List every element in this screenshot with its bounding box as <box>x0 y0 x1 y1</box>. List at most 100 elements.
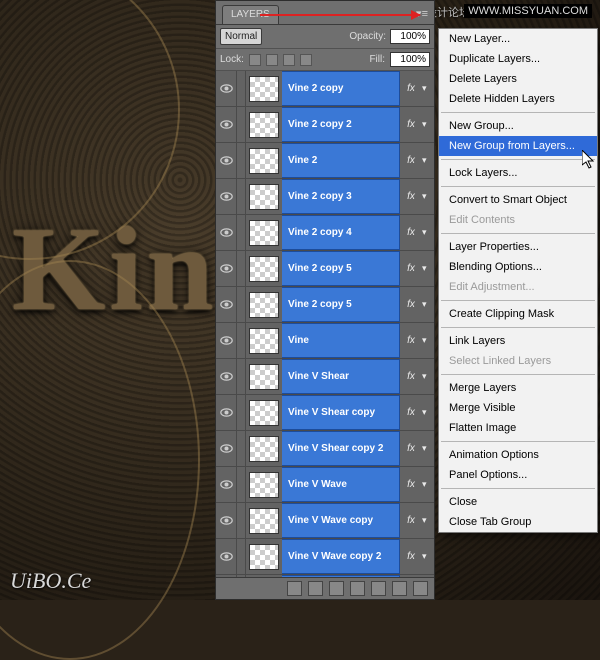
layer-name[interactable]: Vine <box>282 323 400 358</box>
menu-item[interactable]: Layer Properties... <box>439 237 597 257</box>
chevron-down-icon[interactable]: ▾ <box>422 551 434 562</box>
lock-pos-icon[interactable] <box>283 54 295 66</box>
fx-icon[interactable] <box>308 581 323 596</box>
layer-name[interactable]: Vine V Wave <box>282 467 400 502</box>
fx-indicator[interactable]: fx <box>400 335 422 346</box>
menu-item[interactable]: New Layer... <box>439 29 597 49</box>
layer-thumbnail[interactable] <box>249 76 279 102</box>
layer-name[interactable]: Vine 2 copy 2 <box>282 107 400 142</box>
layer-row[interactable]: Vine V Shear copyfx▾ <box>216 395 434 431</box>
menu-item[interactable]: Animation Options <box>439 445 597 465</box>
menu-item[interactable]: New Group... <box>439 116 597 136</box>
visibility-eye-icon[interactable] <box>216 190 236 203</box>
layer-name[interactable]: Vine V Shear copy <box>282 395 400 430</box>
layer-name[interactable]: Vine 2 copy 5 <box>282 287 400 322</box>
layer-thumbnail[interactable] <box>249 148 279 174</box>
menu-item[interactable]: Blending Options... <box>439 257 597 277</box>
layer-thumbnail[interactable] <box>249 472 279 498</box>
chevron-down-icon[interactable]: ▾ <box>422 443 434 454</box>
layer-thumbnail[interactable] <box>249 508 279 534</box>
layer-row[interactable]: Vine V Shearfx▾ <box>216 359 434 395</box>
new-layer-icon[interactable] <box>392 581 407 596</box>
lock-all-icon[interactable] <box>300 54 312 66</box>
visibility-eye-icon[interactable] <box>216 406 236 419</box>
menu-item[interactable]: Panel Options... <box>439 465 597 485</box>
group-icon[interactable] <box>371 581 386 596</box>
layer-thumbnail[interactable] <box>249 364 279 390</box>
menu-item[interactable]: Link Layers <box>439 331 597 351</box>
visibility-eye-icon[interactable] <box>216 262 236 275</box>
chevron-down-icon[interactable]: ▾ <box>422 515 434 526</box>
layer-list[interactable]: Vine 2 copyfx▾Vine 2 copy 2fx▾Vine 2fx▾V… <box>216 71 434 577</box>
visibility-eye-icon[interactable] <box>216 154 236 167</box>
chevron-down-icon[interactable]: ▾ <box>422 335 434 346</box>
layer-row[interactable]: Vine 2 copy 4fx▾ <box>216 215 434 251</box>
visibility-eye-icon[interactable] <box>216 370 236 383</box>
fx-indicator[interactable]: fx <box>400 515 422 526</box>
visibility-eye-icon[interactable] <box>216 226 236 239</box>
layer-thumbnail[interactable] <box>249 220 279 246</box>
layer-thumbnail[interactable] <box>249 544 279 570</box>
layer-thumbnail[interactable] <box>249 436 279 462</box>
fx-indicator[interactable]: fx <box>400 551 422 562</box>
fx-indicator[interactable]: fx <box>400 371 422 382</box>
layer-name[interactable]: Vine 2 <box>282 143 400 178</box>
chevron-down-icon[interactable]: ▾ <box>422 479 434 490</box>
fx-indicator[interactable]: fx <box>400 191 422 202</box>
layer-row[interactable]: Vine 2 copy 5fx▾ <box>216 287 434 323</box>
menu-item[interactable]: Close Tab Group <box>439 512 597 532</box>
layer-name[interactable]: Vine 2 copy <box>282 71 400 106</box>
layer-row[interactable]: Vine V Wavefx▾ <box>216 467 434 503</box>
lock-pixels-icon[interactable] <box>266 54 278 66</box>
fx-indicator[interactable]: fx <box>400 155 422 166</box>
layer-row[interactable]: Vine 2 copyfx▾ <box>216 71 434 107</box>
chevron-down-icon[interactable]: ▾ <box>422 83 434 94</box>
chevron-down-icon[interactable]: ▾ <box>422 299 434 310</box>
chevron-down-icon[interactable]: ▾ <box>422 227 434 238</box>
fx-indicator[interactable]: fx <box>400 119 422 130</box>
adjustment-icon[interactable] <box>350 581 365 596</box>
layer-row[interactable]: Vine 2fx▾ <box>216 143 434 179</box>
layer-thumbnail[interactable] <box>249 328 279 354</box>
chevron-down-icon[interactable]: ▾ <box>422 263 434 274</box>
layer-name[interactable]: Vine V Wave copy 2 <box>282 539 400 574</box>
fx-indicator[interactable]: fx <box>400 479 422 490</box>
fx-indicator[interactable]: fx <box>400 83 422 94</box>
visibility-eye-icon[interactable] <box>216 550 236 563</box>
layer-row[interactable]: Vine V Wave copy 2fx▾ <box>216 539 434 575</box>
visibility-eye-icon[interactable] <box>216 118 236 131</box>
chevron-down-icon[interactable]: ▾ <box>422 407 434 418</box>
mask-icon[interactable] <box>329 581 344 596</box>
fx-indicator[interactable]: fx <box>400 407 422 418</box>
menu-item[interactable]: Close <box>439 492 597 512</box>
layer-name[interactable]: Vine 2 copy 4 <box>282 215 400 250</box>
layer-row[interactable]: Vinefx▾ <box>216 323 434 359</box>
visibility-eye-icon[interactable] <box>216 442 236 455</box>
menu-item[interactable]: Delete Layers <box>439 69 597 89</box>
fx-indicator[interactable]: fx <box>400 443 422 454</box>
visibility-eye-icon[interactable] <box>216 298 236 311</box>
layer-thumbnail[interactable] <box>249 112 279 138</box>
blend-mode-select[interactable]: Normal <box>220 28 262 45</box>
layer-name[interactable]: Vine 2 copy 3 <box>282 179 400 214</box>
visibility-eye-icon[interactable] <box>216 334 236 347</box>
chevron-down-icon[interactable]: ▾ <box>422 191 434 202</box>
menu-item[interactable]: Duplicate Layers... <box>439 49 597 69</box>
menu-item[interactable]: Merge Layers <box>439 378 597 398</box>
menu-item[interactable]: Flatten Image <box>439 418 597 438</box>
chevron-down-icon[interactable]: ▾ <box>422 155 434 166</box>
menu-item[interactable]: Convert to Smart Object <box>439 190 597 210</box>
chevron-down-icon[interactable]: ▾ <box>422 371 434 382</box>
layer-thumbnail[interactable] <box>249 184 279 210</box>
trash-icon[interactable] <box>413 581 428 596</box>
menu-item[interactable]: Merge Visible <box>439 398 597 418</box>
layer-name[interactable]: Vine V Wave copy <box>282 503 400 538</box>
layer-name[interactable]: Vine 2 copy 5 <box>282 251 400 286</box>
fill-input[interactable] <box>390 52 430 67</box>
layer-thumbnail[interactable] <box>249 400 279 426</box>
menu-item[interactable]: New Group from Layers... <box>439 136 597 156</box>
menu-item[interactable]: Delete Hidden Layers <box>439 89 597 109</box>
layer-name[interactable]: Vine V Shear <box>282 359 400 394</box>
layer-row[interactable]: Vine 2 copy 2fx▾ <box>216 107 434 143</box>
layer-name[interactable]: Vine V Shear copy 2 <box>282 431 400 466</box>
